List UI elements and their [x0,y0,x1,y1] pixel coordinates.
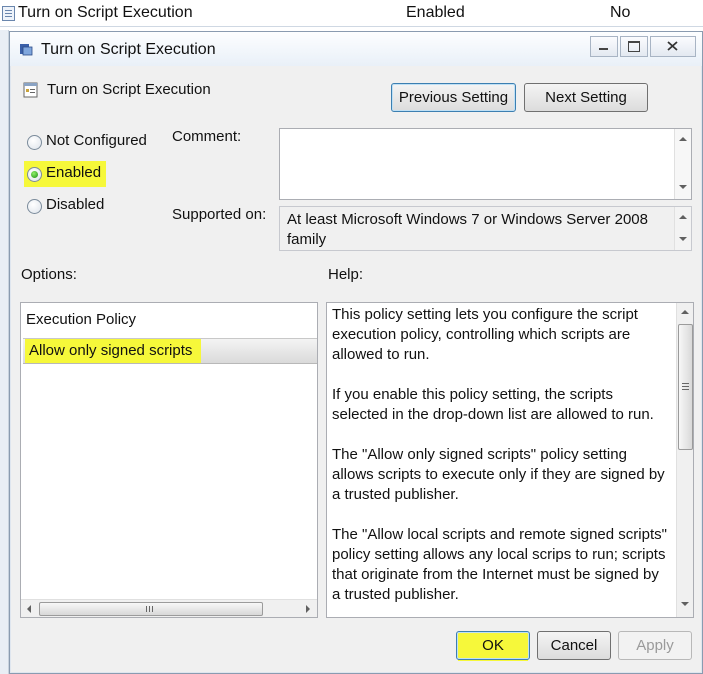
options-hscrollbar[interactable] [21,599,317,617]
close-icon [667,41,678,51]
help-line: a trusted publisher. [332,586,459,603]
minimize-icon [599,48,608,50]
grip-icon [682,383,689,384]
scroll-left-icon[interactable] [27,605,31,613]
close-button[interactable] [650,36,696,57]
help-line: If you enable this policy setting, the s… [332,386,613,403]
hscroll-thumb[interactable] [39,602,263,616]
radio-not-configured-label[interactable]: Not Configured [46,132,147,149]
apply-button[interactable]: Apply [618,631,692,660]
supported-on-box: At least Microsoft Windows 7 or Windows … [279,206,692,251]
scroll-up-icon[interactable] [679,137,687,141]
supported-scrollbar[interactable] [674,207,691,250]
help-line: The "Allow only signed scripts" policy s… [332,446,627,463]
vscroll-thumb[interactable] [678,324,693,450]
execution-policy-value: Allow only signed scripts [29,342,193,359]
scroll-down-icon[interactable] [681,602,689,606]
minimize-button[interactable] [590,36,618,57]
help-line: execution policy, controlling which scri… [332,326,631,343]
scroll-right-icon[interactable] [306,605,310,613]
options-label: Options: [21,266,77,283]
next-setting-button[interactable]: Next Setting [524,83,648,112]
execution-policy-label: Execution Policy [26,311,137,328]
setting-header-title: Turn on Script Execution [47,81,211,98]
background-left-gutter [0,30,9,674]
help-line: selected in the drop-down list are allow… [332,406,654,423]
ok-button[interactable]: OK [456,631,530,660]
background-list-row[interactable]: Turn on Script Execution Enabled No [0,0,703,27]
help-line: policy setting allows any local scrips t… [332,546,666,563]
execution-policy-dropdown[interactable]: Allow only signed scripts [23,338,317,364]
background-row-state: Enabled [406,4,465,21]
radio-enabled-label[interactable]: Enabled [46,164,101,181]
supported-on-label: Supported on: [172,206,267,223]
scroll-down-icon[interactable] [679,185,687,189]
grip-icon [146,606,147,612]
dialog-titlebar[interactable]: Turn on Script Execution [10,32,702,66]
help-line: that originate from the Internet must be… [332,566,659,583]
comment-scrollbar[interactable] [674,129,691,199]
supported-line-1: At least Microsoft Windows 7 or Windows … [287,211,648,228]
policy-dialog: Turn on Script Execution Turn on Script … [9,31,703,674]
previous-setting-button[interactable]: Previous Setting [391,83,516,112]
radio-disabled[interactable] [27,199,42,214]
radio-enabled[interactable] [27,167,42,182]
cancel-button[interactable]: Cancel [537,631,611,660]
policy-app-icon [20,44,33,56]
comment-textarea[interactable] [279,128,692,200]
policy-setting-icon [2,6,15,21]
background-row-comment: No [610,4,631,21]
help-line: The "Allow local scripts and remote sign… [332,526,667,543]
supported-line-2: family [287,231,327,248]
options-panel: Execution Policy Allow only signed scrip… [20,302,318,618]
maximize-button[interactable] [620,36,648,57]
help-line: allows scripts to execute only if they a… [332,466,665,483]
comment-label: Comment: [172,128,242,145]
help-line: This policy setting lets you configure t… [332,306,638,323]
help-scrollbar[interactable] [676,303,693,617]
scroll-down-icon[interactable] [679,237,687,241]
help-line: a trusted publisher. [332,486,459,503]
setting-icon [23,82,38,98]
background-row-name: Turn on Script Execution [18,4,193,21]
radio-not-configured[interactable] [27,135,42,150]
scroll-up-icon[interactable] [681,310,689,314]
window-title: Turn on Script Execution [41,41,216,58]
help-label: Help: [328,266,364,283]
help-panel: This policy setting lets you configure t… [326,302,694,618]
scroll-up-icon[interactable] [679,215,687,219]
radio-disabled-label[interactable]: Disabled [46,196,104,213]
help-line: allowed to run. [332,346,430,363]
help-text: This policy setting lets you configure t… [332,305,672,625]
maximize-icon [628,41,640,52]
